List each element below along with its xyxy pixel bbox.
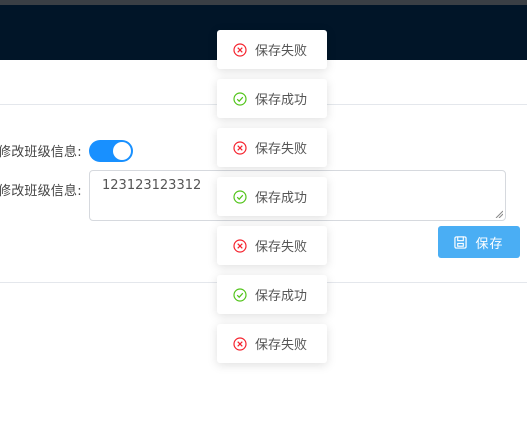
success-check-icon [233,189,247,204]
toast-text: 保存成功 [255,191,308,206]
toast-text: 保存成功 [255,93,308,108]
toast-message: 保存失败 [217,226,327,265]
toast-message: 保存失败 [217,30,327,69]
toast-message: 保存成功 [217,177,327,216]
toast-text: 保存成功 [255,289,308,304]
toast-message: 保存成功 [217,79,327,118]
toast-text: 保存失败 [255,142,308,157]
save-button-label: 保存 [475,236,504,252]
toast-text: 保存失败 [255,44,308,59]
switch-knob [113,142,131,160]
success-check-icon [233,287,247,302]
toast-text: 保存失败 [255,338,308,353]
error-circle-icon [233,336,247,351]
toast-text: 保存失败 [255,240,308,255]
toast-message: 保存失败 [217,324,327,363]
error-circle-icon [233,42,247,57]
error-circle-icon [233,238,247,253]
toast-message: 保存失败 [217,128,327,167]
toast-message: 保存成功 [217,275,327,314]
edit-class-info-switch[interactable] [89,140,133,162]
switch-label: 修改班级信息: [0,145,82,160]
success-check-icon [233,91,247,106]
error-circle-icon [233,140,247,155]
save-button[interactable]: 保存 [438,226,520,258]
textarea-label: 修改班级信息: [0,184,82,199]
resize-grip-icon[interactable] [495,210,503,218]
save-icon [454,235,468,249]
textarea-value: 123123123312 [102,178,202,193]
